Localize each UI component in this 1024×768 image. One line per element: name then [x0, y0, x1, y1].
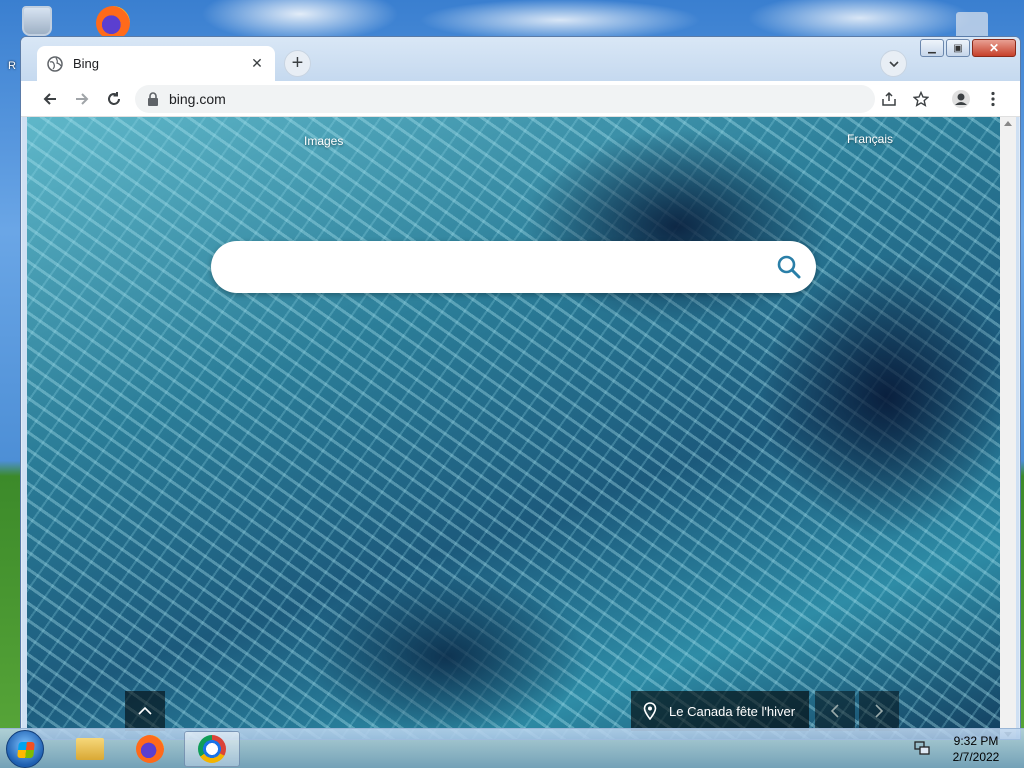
bookmark-button[interactable]	[908, 86, 934, 112]
forward-button[interactable]	[69, 86, 95, 112]
windows-logo-icon	[17, 742, 35, 758]
profile-icon	[952, 90, 970, 108]
image-caption-button[interactable]: Le Canada fête l'hiver	[631, 691, 809, 731]
tab-title: Bing	[73, 56, 100, 71]
chevron-up-icon	[138, 706, 152, 715]
share-button[interactable]	[876, 86, 902, 112]
location-pin-icon	[643, 702, 657, 720]
back-button[interactable]	[37, 86, 63, 112]
chevron-left-icon	[830, 704, 839, 718]
bing-homepage: Images Français Le Canada fête l'hiver	[27, 117, 1000, 739]
address-url: bing.com	[169, 91, 226, 107]
arrow-right-icon	[76, 93, 89, 105]
start-button[interactable]	[6, 730, 44, 768]
taskbar-firefox[interactable]	[122, 731, 178, 767]
folder-icon	[76, 738, 104, 760]
next-image-button[interactable]	[859, 691, 899, 731]
tab-strip: Bing ✕ + ▁ ▣ ✕	[21, 37, 1020, 81]
firefox-desktop-icon[interactable]	[96, 6, 130, 40]
search-box	[211, 241, 816, 293]
tab-bing[interactable]: Bing ✕	[37, 46, 275, 81]
desktop-icon-label: R	[8, 60, 16, 72]
scroll-up-button[interactable]	[125, 691, 165, 731]
more-vert-icon	[991, 91, 995, 107]
image-caption-text: Le Canada fête l'hiver	[669, 703, 796, 719]
scroll-up-arrow-icon[interactable]	[1004, 121, 1012, 126]
vertical-scrollbar[interactable]	[1000, 117, 1016, 739]
share-icon	[882, 91, 896, 106]
maximize-button[interactable]: ▣	[946, 39, 970, 57]
network-icon[interactable]	[914, 741, 930, 755]
menu-button[interactable]	[980, 86, 1006, 112]
previous-image-button[interactable]	[815, 691, 855, 731]
recycle-bin-icon[interactable]	[22, 6, 52, 36]
lock-icon[interactable]	[147, 92, 159, 106]
minimize-button[interactable]: ▁	[920, 39, 944, 57]
taskbar-chrome[interactable]	[184, 731, 240, 767]
browser-toolbar: bing.com	[21, 81, 1020, 117]
clock-time: 9:32 PM	[953, 734, 999, 748]
arrow-left-icon	[43, 93, 56, 105]
browser-window: Bing ✕ + ▁ ▣ ✕ bing.com Images Français …	[20, 36, 1021, 740]
tab-search-button[interactable]	[880, 50, 907, 77]
chrome-icon	[198, 735, 226, 763]
taskbar-explorer[interactable]	[62, 731, 118, 767]
chevron-down-icon	[888, 60, 899, 67]
search-icon[interactable]	[776, 254, 802, 280]
close-tab-icon[interactable]: ✕	[249, 55, 265, 72]
window-controls: ▁ ▣ ✕	[920, 39, 1016, 57]
system-clock[interactable]: 9:32 PM 2/7/2022	[944, 733, 1008, 765]
clock-date: 2/7/2022	[952, 750, 1000, 764]
reload-icon	[108, 92, 120, 105]
globe-icon	[47, 55, 63, 72]
firefox-icon	[136, 735, 164, 763]
address-bar[interactable]: bing.com	[135, 85, 875, 113]
search-input[interactable]	[227, 251, 747, 283]
images-link[interactable]: Images	[304, 134, 343, 148]
taskbar: 9:32 PM 2/7/2022	[0, 728, 1024, 768]
language-link[interactable]: Français	[847, 132, 893, 146]
chevron-right-icon	[875, 704, 884, 718]
star-icon	[913, 91, 929, 107]
new-tab-button[interactable]: +	[284, 50, 311, 77]
close-window-button[interactable]: ✕	[972, 39, 1016, 57]
reload-button[interactable]	[101, 86, 127, 112]
profile-button[interactable]	[948, 86, 974, 112]
